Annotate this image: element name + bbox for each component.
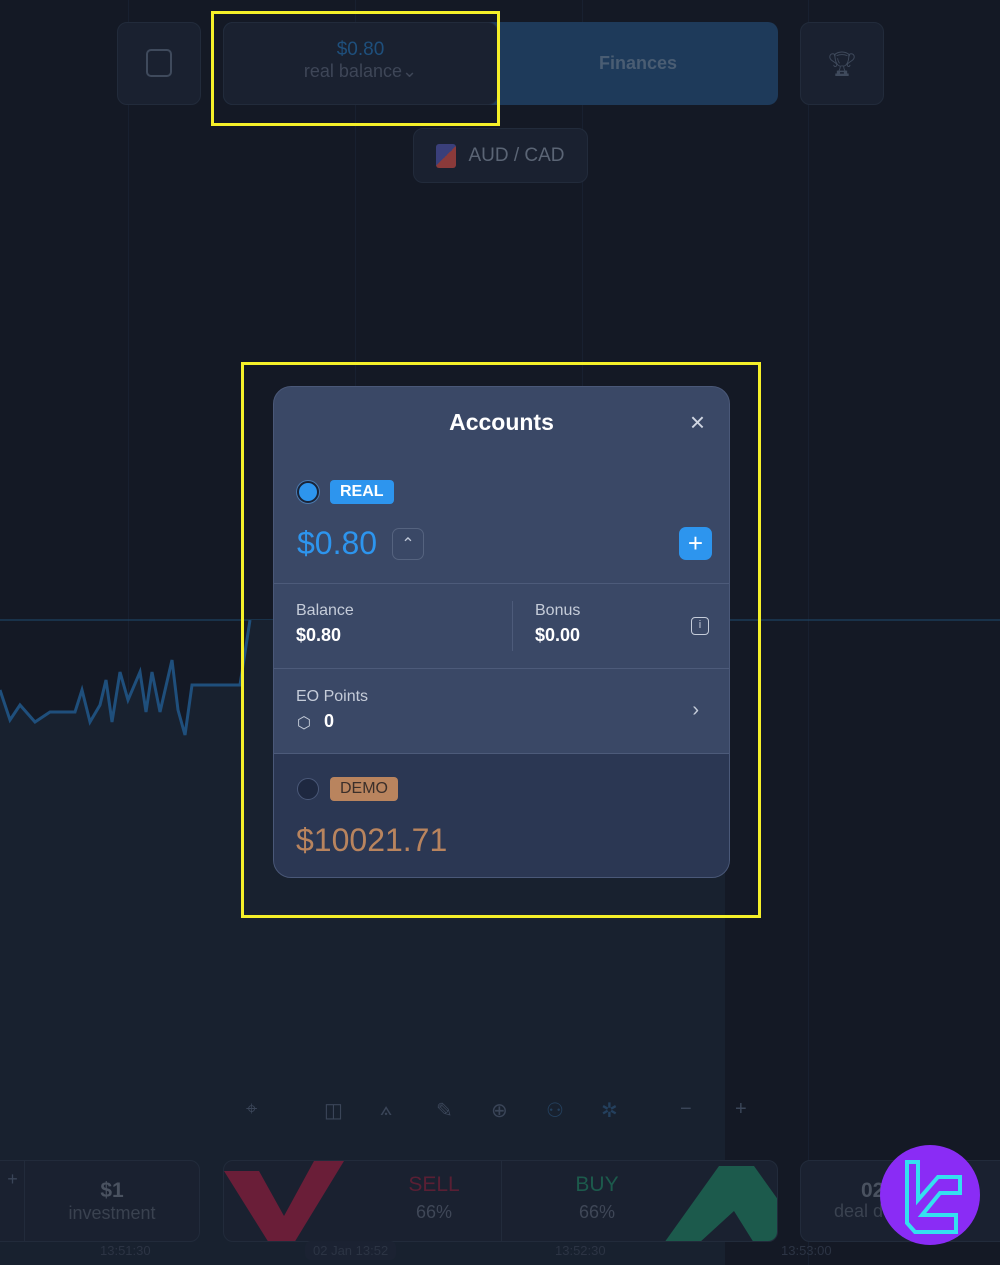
trade-buttons: SELL 66% BUY 66% bbox=[223, 1160, 778, 1242]
aud-cad-flag-icon bbox=[436, 143, 457, 168]
time-label: 13:51:30 bbox=[100, 1243, 151, 1258]
accounts-modal: Accounts × REAL $0.80 ⌃ + Balance $0.80 … bbox=[273, 386, 730, 878]
asset-label: AUD / CAD bbox=[468, 144, 565, 166]
balance-label: Balance bbox=[296, 602, 354, 619]
bonus-value: $0.00 bbox=[535, 625, 581, 645]
crosshair-icon[interactable]: ⊕ bbox=[491, 1098, 508, 1123]
social-trading-icon[interactable]: ⚇ bbox=[546, 1098, 564, 1123]
investment-label: investment bbox=[68, 1203, 156, 1223]
chevron-right-icon: › bbox=[692, 699, 699, 721]
settings-icon[interactable]: ✲ bbox=[601, 1098, 618, 1123]
chevron-up-icon[interactable]: ⌃ bbox=[392, 528, 424, 560]
real-badge: REAL bbox=[330, 480, 394, 504]
sell-button[interactable]: SELL 66% bbox=[364, 1173, 504, 1223]
buy-label: BUY bbox=[575, 1173, 619, 1196]
info-icon[interactable]: i bbox=[691, 617, 709, 635]
bonus-label: Bonus bbox=[535, 602, 581, 619]
highlight-balance bbox=[211, 11, 500, 126]
demo-account-section[interactable]: DEMO $10021.71 bbox=[274, 753, 729, 877]
zoom-out-icon[interactable]: − bbox=[680, 1098, 692, 1121]
zoom-in-icon[interactable]: + bbox=[735, 1098, 747, 1121]
buy-arrow-icon bbox=[665, 1166, 777, 1241]
time-label: 13:53:00 bbox=[781, 1243, 832, 1258]
modal-title: Accounts bbox=[449, 409, 554, 435]
drawing-tools-icon[interactable]: ⌖ bbox=[246, 1098, 257, 1121]
real-amount: $0.80 bbox=[297, 525, 378, 561]
asset-selector[interactable]: AUD / CAD bbox=[413, 128, 588, 183]
watermark-logo bbox=[880, 1145, 980, 1245]
buy-button[interactable]: BUY 66% bbox=[527, 1173, 667, 1223]
divider bbox=[512, 601, 513, 651]
sell-payout: 66% bbox=[415, 1202, 453, 1222]
trophy-icon: 🏆︎ bbox=[826, 51, 858, 78]
current-time-label: 02 Jan 13:52 bbox=[305, 1241, 397, 1260]
eo-points-value: 0 bbox=[324, 711, 335, 731]
demo-radio[interactable] bbox=[297, 778, 319, 800]
trophy-button[interactable]: 🏆︎ bbox=[800, 22, 884, 105]
demo-amount: $10021.71 bbox=[296, 822, 448, 858]
sell-label: SELL bbox=[408, 1173, 460, 1196]
close-icon[interactable]: × bbox=[690, 407, 705, 438]
portfolio-button[interactable] bbox=[117, 22, 201, 105]
eo-points-label: EO Points bbox=[296, 688, 369, 705]
deposit-plus-button[interactable]: + bbox=[679, 527, 712, 560]
buy-payout: 66% bbox=[578, 1202, 616, 1222]
briefcase-icon bbox=[146, 49, 172, 77]
time-label: 13:52:30 bbox=[555, 1243, 606, 1258]
deal-label: deal d bbox=[834, 1201, 884, 1221]
compass-icon[interactable]: ⟑ bbox=[380, 1098, 392, 1121]
pencil-icon[interactable]: ✎ bbox=[436, 1098, 453, 1123]
plus-icon[interactable]: + bbox=[1, 1161, 25, 1241]
balance-value: $0.80 bbox=[296, 625, 342, 645]
chart-type-icon[interactable]: ◫ bbox=[324, 1098, 343, 1123]
real-radio[interactable] bbox=[297, 481, 319, 503]
demo-badge: DEMO bbox=[330, 777, 398, 801]
investment-control[interactable]: + $1 investment bbox=[0, 1160, 200, 1242]
investment-value: $1 bbox=[100, 1179, 124, 1202]
finances-button[interactable]: Finances bbox=[498, 22, 778, 105]
eo-coin-icon: ⬡ bbox=[297, 715, 311, 732]
